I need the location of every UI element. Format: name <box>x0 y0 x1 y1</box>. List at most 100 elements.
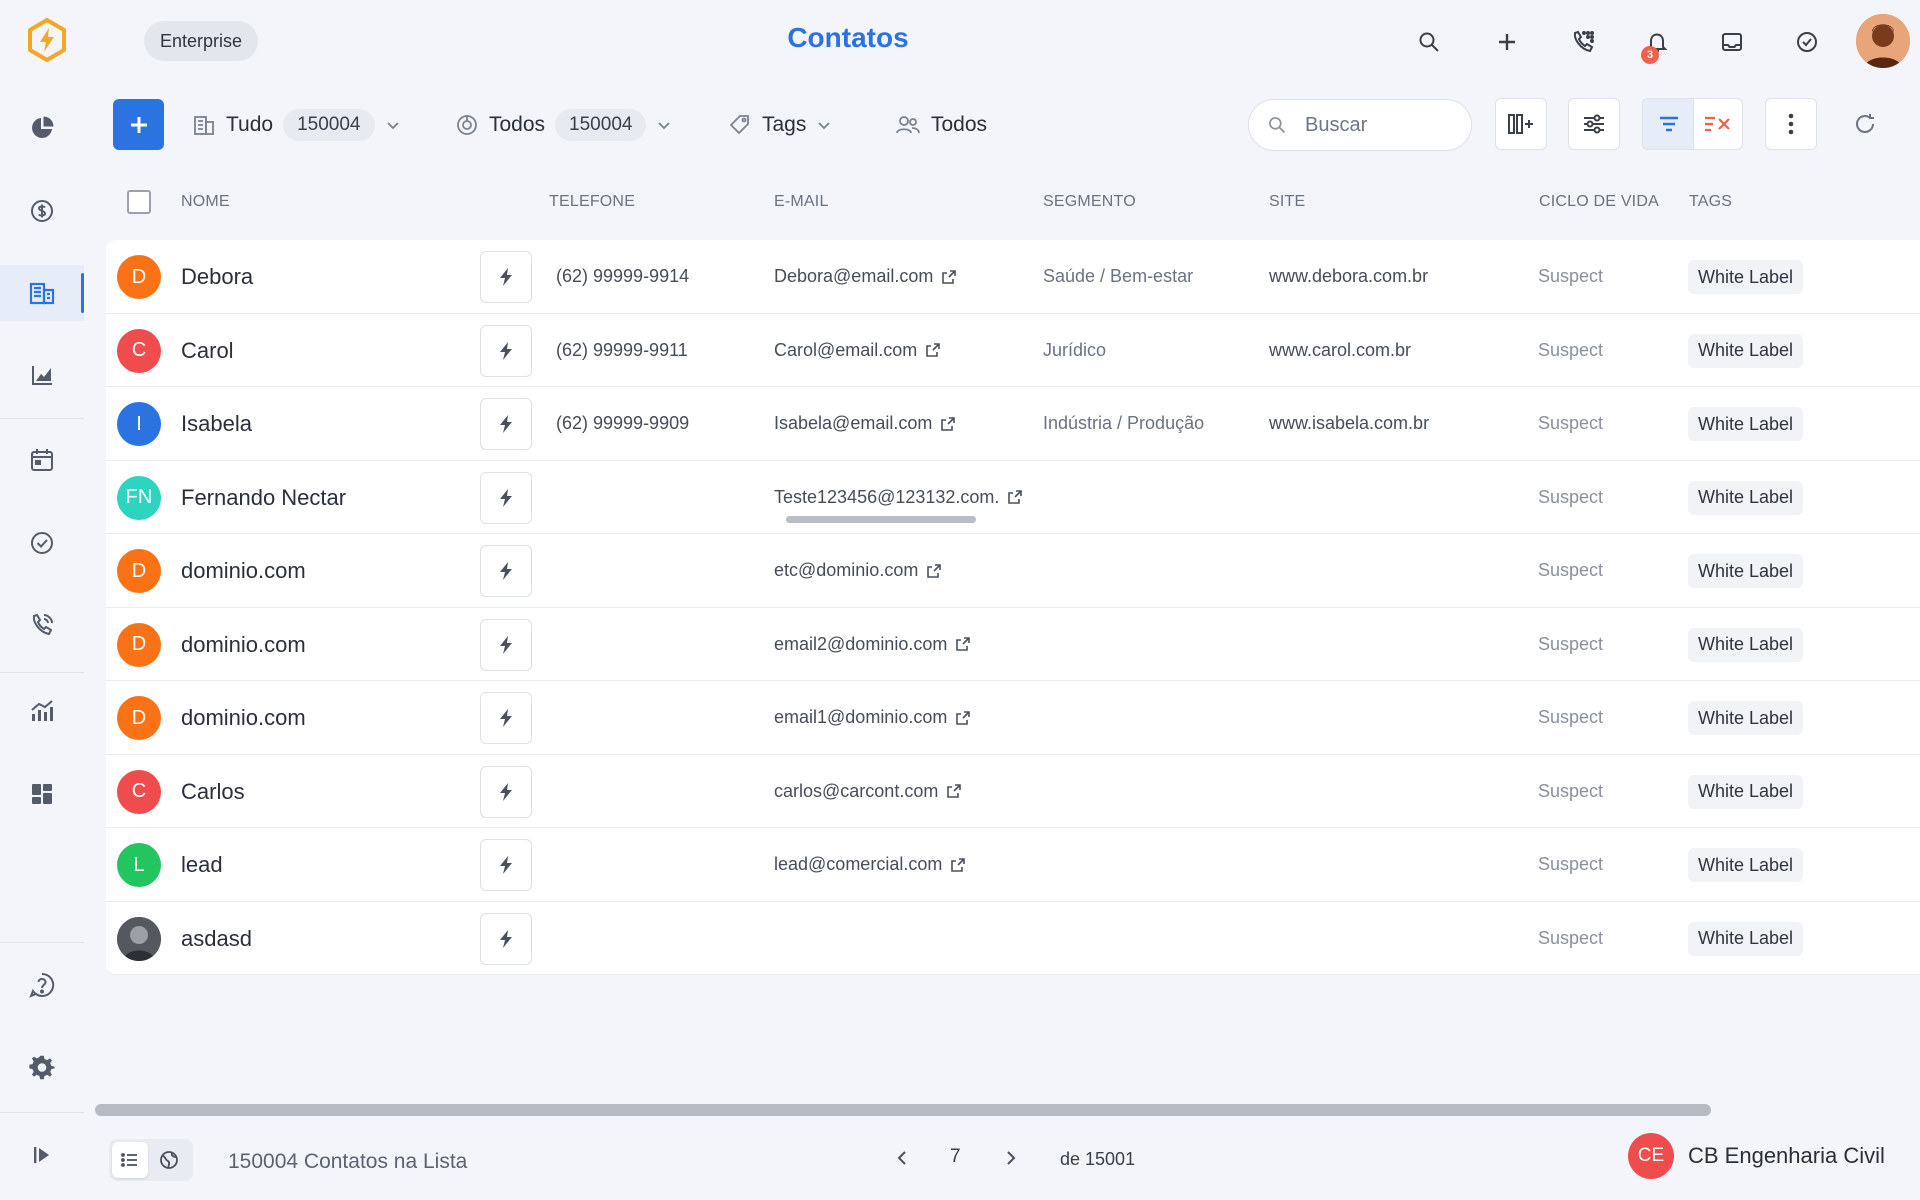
contact-name[interactable]: Isabela <box>181 411 252 437</box>
contact-site[interactable]: www.isabela.com.br <box>1269 413 1429 434</box>
contact-site[interactable]: www.debora.com.br <box>1269 266 1428 287</box>
column-header[interactable]: E-MAIL <box>774 193 829 211</box>
filter-all-dropdown[interactable]: Tudo 150004 <box>192 104 401 146</box>
table-row[interactable]: C Carol (62) 99999-9911 Carol@email.com Jurí… <box>106 313 1920 387</box>
external-link-icon[interactable] <box>955 636 971 652</box>
contact-tag[interactable]: White Label <box>1688 921 1804 956</box>
contact-tag[interactable]: White Label <box>1688 554 1804 588</box>
sidebar-item-bar-chart[interactable] <box>0 347 84 403</box>
external-link-icon[interactable] <box>926 563 942 579</box>
company-switcher[interactable]: CE CB Engenharia Civil <box>1628 1133 1885 1179</box>
sidebar-item-phone-call[interactable] <box>0 597 84 653</box>
contact-tag[interactable]: White Label <box>1688 627 1804 662</box>
table-row[interactable]: Ddominio.com email2@dominio.com Suspect Whi… <box>106 607 1920 681</box>
quick-action-button[interactable] <box>480 398 532 450</box>
horizontal-scrollbar[interactable] <box>95 1104 1711 1116</box>
contact-phone[interactable]: (62) 99999-9911 <box>556 340 688 361</box>
contact-phone[interactable]: (62) 99999-9909 <box>556 413 689 434</box>
sidebar-item-building[interactable] <box>0 265 84 321</box>
column-header[interactable]: CICLO DE VIDA <box>1539 193 1659 211</box>
contact-email[interactable]: email1@dominio.com <box>774 707 971 728</box>
add-contact-button[interactable] <box>113 99 164 150</box>
sidebar-item-pie-chart[interactable] <box>0 100 84 156</box>
search-box[interactable]: Buscar <box>1248 99 1472 151</box>
map-view-button[interactable] <box>151 1142 187 1178</box>
sidebar-item-help[interactable] <box>0 957 84 1013</box>
quick-action-button[interactable] <box>480 545 532 597</box>
contact-name[interactable]: Fernando Nectar <box>181 485 346 511</box>
more-options-button[interactable] <box>1765 98 1817 150</box>
column-header[interactable]: TELEFONE <box>549 193 635 211</box>
quick-action-button[interactable] <box>480 765 532 818</box>
contact-name[interactable]: dominio.com <box>181 705 306 731</box>
current-page[interactable]: 7 <box>950 1146 961 1168</box>
contact-email[interactable]: carlos@carcont.com <box>774 781 962 802</box>
table-row[interactable]: C Carlos carlos@carcont.com Suspect White La… <box>106 754 1920 828</box>
prev-page-button[interactable] <box>892 1148 912 1168</box>
quick-action-button[interactable] <box>480 692 532 744</box>
quick-action-button[interactable] <box>480 324 532 377</box>
filter-button[interactable] <box>1642 98 1694 150</box>
contact-tag[interactable]: White Label <box>1688 480 1804 515</box>
select-all-checkbox[interactable] <box>127 190 151 214</box>
table-row[interactable]: FN Fernando Nectar Teste123456@123132.com.… <box>106 460 1920 534</box>
contact-tag[interactable]: White Label <box>1688 407 1804 441</box>
column-header[interactable]: SITE <box>1269 193 1305 211</box>
contact-name[interactable]: asdasd <box>181 926 252 952</box>
external-link-icon[interactable] <box>950 857 966 873</box>
add-column-button[interactable] <box>1495 98 1547 150</box>
table-row[interactable]: D Debora (62) 99999-9914 Debora@email.com Sa… <box>106 240 1920 314</box>
external-link-icon[interactable] <box>925 342 941 358</box>
table-row[interactable]: Ddominio.com etc@dominio.com Suspect White … <box>106 534 1920 608</box>
sidebar-item-dashboard[interactable] <box>0 766 84 822</box>
contact-email[interactable]: Teste123456@123132.com. <box>774 487 1023 508</box>
list-view-button[interactable] <box>112 1142 148 1178</box>
contact-email[interactable]: email2@dominio.com <box>774 634 971 655</box>
column-header[interactable]: SEGMENTO <box>1043 193 1136 211</box>
phone-dialpad-icon[interactable] <box>1563 22 1603 62</box>
contact-email[interactable]: Carol@email.com <box>774 340 941 361</box>
contact-name[interactable]: dominio.com <box>181 558 306 584</box>
sidebar-item-analytics[interactable] <box>0 683 84 739</box>
table-row[interactable]: asdasd Suspect White Label <box>106 901 1920 975</box>
table-row[interactable]: Llead lead@comercial.com Suspect White Labe… <box>106 828 1920 902</box>
plan-badge[interactable]: Enterprise <box>144 21 258 61</box>
contact-name[interactable]: dominio.com <box>181 632 306 658</box>
contact-name[interactable]: lead <box>181 852 223 878</box>
quick-action-button[interactable] <box>480 839 532 891</box>
contact-phone[interactable]: (62) 99999-9914 <box>556 266 689 287</box>
app-logo-icon[interactable] <box>25 18 69 62</box>
sidebar-item-check-circle[interactable] <box>0 515 84 571</box>
contact-name[interactable]: Debora <box>181 264 253 290</box>
contact-email[interactable]: etc@dominio.com <box>774 560 942 581</box>
search-input[interactable]: Buscar <box>1305 114 1367 137</box>
quick-action-button[interactable] <box>480 912 532 965</box>
contact-tag[interactable]: White Label <box>1688 848 1804 882</box>
sidebar-item-gear[interactable] <box>0 1040 84 1096</box>
external-link-icon[interactable] <box>940 416 956 432</box>
contact-tag[interactable]: White Label <box>1688 260 1804 294</box>
filter-tags-dropdown[interactable]: Tags <box>728 104 832 146</box>
sidebar-item-dollar[interactable] <box>0 183 84 239</box>
contact-tag[interactable]: White Label <box>1688 701 1804 735</box>
filter-people-dropdown[interactable]: Todos 150004 <box>455 104 672 146</box>
quick-action-button[interactable] <box>480 251 532 303</box>
inbox-icon[interactable] <box>1712 22 1752 62</box>
settings-sliders-button[interactable] <box>1568 98 1620 150</box>
cell-scrollbar[interactable] <box>786 515 976 523</box>
external-link-icon[interactable] <box>1007 489 1023 505</box>
external-link-icon[interactable] <box>941 269 957 285</box>
column-header[interactable]: TAGS <box>1689 193 1732 211</box>
refresh-icon[interactable] <box>1845 104 1885 144</box>
next-page-button[interactable] <box>1001 1148 1021 1168</box>
contact-email[interactable]: Debora@email.com <box>774 266 957 287</box>
table-row[interactable]: I Isabela (62) 99999-9909 Isabela@email.com… <box>106 387 1920 461</box>
user-avatar[interactable] <box>1856 14 1910 68</box>
contact-name[interactable]: Carol <box>181 338 234 364</box>
contact-site[interactable]: www.carol.com.br <box>1269 340 1411 361</box>
tasks-check-icon[interactable] <box>1787 22 1827 62</box>
quick-action-button[interactable] <box>480 471 532 524</box>
contact-name[interactable]: Carlos <box>181 779 245 805</box>
contact-email[interactable]: lead@comercial.com <box>774 854 966 875</box>
contact-email[interactable]: Isabela@email.com <box>774 413 956 434</box>
